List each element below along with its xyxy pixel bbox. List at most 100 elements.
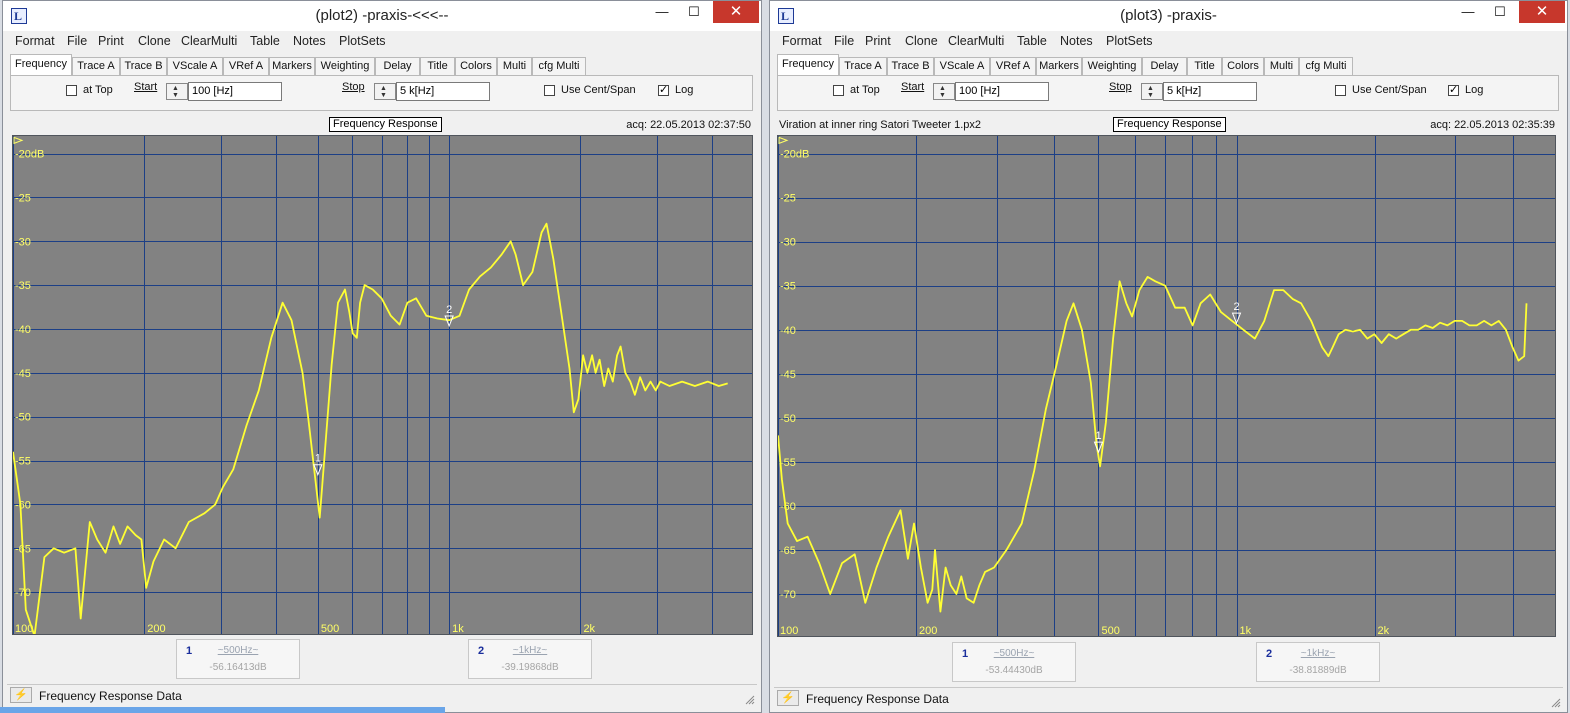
log-label: Log [675, 84, 694, 96]
tab-colors[interactable]: Colors [1222, 57, 1264, 75]
tab-title[interactable]: Title [420, 57, 455, 75]
log-checkbox[interactable]: ✓ [658, 85, 669, 96]
at-top-checkbox[interactable] [66, 85, 77, 96]
stop-input[interactable]: 5 k[Hz] [396, 82, 490, 101]
at-top-label: at Top [83, 84, 113, 96]
close-button[interactable]: ✕ [1519, 1, 1565, 23]
spin-down-icon[interactable]: ▼ [1147, 92, 1154, 99]
tab-delay[interactable]: Delay [1142, 57, 1187, 75]
tab-vscale-a[interactable]: VScale A [167, 57, 223, 75]
status-bar: ⚡ Frequency Response Data [774, 687, 1563, 710]
frequency-response-plot[interactable]: -20dB -25 -30 -35 -40 -45 -50 -55 -60 -65 -70 100 20… [777, 135, 1556, 637]
menu-item-clone[interactable]: Clone [138, 34, 171, 48]
marker-panel: 1 ~500Hz~ -56.16413dB 2 ~1kHz~ -39.19868dB [3, 633, 761, 681]
plot-title-box: Frequency Response [329, 117, 442, 132]
menu-item-notes[interactable]: Notes [293, 34, 326, 48]
resize-grip-icon[interactable] [745, 695, 755, 705]
resize-grip-icon[interactable] [1551, 698, 1561, 708]
marker-value: -39.19868dB [501, 662, 559, 673]
menu-bar: Format File Print Clone ClearMulti Table Notes… [770, 31, 1567, 51]
start-spinner[interactable]: ▲ ▼ [933, 83, 955, 100]
menu-item-print[interactable]: Print [865, 34, 891, 48]
marker-box-1[interactable]: 1 ~500Hz~ -56.16413dB [176, 639, 300, 679]
tab-frequency[interactable]: Frequency [10, 54, 72, 75]
tab-trace-b[interactable]: Trace B [120, 57, 167, 75]
menu-item-plotsets[interactable]: PlotSets [1106, 34, 1153, 48]
use-cent-span-checkbox[interactable] [1335, 85, 1346, 96]
at-top-checkbox[interactable] [833, 85, 844, 96]
start-input[interactable]: 100 [Hz] [188, 82, 282, 101]
menu-item-format[interactable]: Format [15, 34, 55, 48]
marker-frequency[interactable]: ~1kHz~ [469, 645, 591, 656]
marker-frequency[interactable]: ~500Hz~ [177, 645, 299, 656]
menu-item-file[interactable]: File [834, 34, 854, 48]
tab-multi[interactable]: Multi [497, 57, 532, 75]
menu-item-clearmulti[interactable]: ClearMulti [181, 34, 237, 48]
marker-value: -56.16413dB [209, 662, 267, 673]
start-spinner[interactable]: ▲ ▼ [166, 83, 188, 100]
tab-markers[interactable]: Markers [269, 57, 315, 75]
start-input[interactable]: 100 [Hz] [955, 82, 1049, 101]
tab-colors[interactable]: Colors [455, 57, 497, 75]
menu-item-table[interactable]: Table [250, 34, 280, 48]
maximize-button[interactable]: ☐ [1485, 1, 1515, 23]
menu-item-format[interactable]: Format [782, 34, 822, 48]
menu-item-notes[interactable]: Notes [1060, 34, 1093, 48]
spin-down-icon[interactable]: ▼ [939, 92, 946, 99]
spin-up-icon[interactable]: ▲ [939, 85, 946, 92]
tab-cfg-multi[interactable]: cfg Multi [1299, 57, 1353, 75]
tab-vref-a[interactable]: VRef A [223, 57, 269, 75]
tab-trace-a[interactable]: Trace A [839, 57, 887, 75]
tab-trace-b[interactable]: Trace B [887, 57, 934, 75]
stop-input[interactable]: 5 k[Hz] [1163, 82, 1257, 101]
stop-spinner[interactable]: ▲ ▼ [374, 83, 396, 100]
marker-1-label: 1 [315, 453, 321, 465]
spin-up-icon[interactable]: ▲ [380, 85, 387, 92]
spin-down-icon[interactable]: ▼ [172, 92, 179, 99]
marker-frequency[interactable]: ~1kHz~ [1257, 648, 1379, 659]
tab-vref-a[interactable]: VRef A [990, 57, 1036, 75]
close-button[interactable]: ✕ [713, 1, 759, 23]
menu-item-file[interactable]: File [67, 34, 87, 48]
spin-up-icon[interactable]: ▲ [172, 85, 179, 92]
start-label: Start [901, 81, 925, 93]
status-lightning-icon[interactable]: ⚡ [10, 687, 32, 703]
tab-weighting[interactable]: Weighting [315, 57, 375, 75]
tab-multi[interactable]: Multi [1264, 57, 1299, 75]
maximize-button[interactable]: ☐ [679, 1, 709, 23]
tab-title[interactable]: Title [1187, 57, 1222, 75]
tab-vscale-a[interactable]: VScale A [934, 57, 990, 75]
tab-trace-a[interactable]: Trace A [72, 57, 120, 75]
minimize-button[interactable]: — [1453, 1, 1483, 23]
marker-frequency[interactable]: ~500Hz~ [953, 648, 1075, 659]
status-lightning-icon[interactable]: ⚡ [777, 690, 799, 706]
title-bar[interactable]: L (plot3) -praxis- — ☐ ✕ [770, 1, 1567, 31]
minimize-button[interactable]: — [647, 1, 677, 23]
menu-item-clearmulti[interactable]: ClearMulti [948, 34, 1004, 48]
stop-spinner[interactable]: ▲ ▼ [1141, 83, 1163, 100]
use-cent-span-checkbox[interactable] [544, 85, 555, 96]
tab-markers[interactable]: Markers [1036, 57, 1082, 75]
spin-down-icon[interactable]: ▼ [380, 92, 387, 99]
start-label: Start [134, 81, 158, 93]
stop-label: Stop [1109, 81, 1132, 93]
tab-weighting[interactable]: Weighting [1082, 57, 1142, 75]
tab-delay[interactable]: Delay [375, 57, 420, 75]
status-text: Frequency Response Data [806, 692, 949, 706]
use-cent-span-label: Use Cent/Span [561, 84, 636, 96]
tab-cfg-multi[interactable]: cfg Multi [532, 57, 586, 75]
frequency-response-plot[interactable]: -20dB -25 -30 -35 -40 -45 -50 -55 -60 -65 -70 100 20… [12, 135, 753, 635]
y-tick-label: -30 [15, 236, 31, 248]
menu-item-clone[interactable]: Clone [905, 34, 938, 48]
tab-frequency[interactable]: Frequency [777, 54, 839, 75]
spin-up-icon[interactable]: ▲ [1147, 85, 1154, 92]
title-bar[interactable]: L (plot2) -praxis-<<<-- — ☐ ✕ [3, 1, 761, 31]
y-tick-label: -65 [780, 545, 796, 557]
log-checkbox[interactable]: ✓ [1448, 85, 1459, 96]
marker-box-1[interactable]: 1 ~500Hz~ -53.44430dB [952, 642, 1076, 682]
marker-box-2[interactable]: 2 ~1kHz~ -39.19868dB [468, 639, 592, 679]
menu-item-plotsets[interactable]: PlotSets [339, 34, 386, 48]
menu-item-table[interactable]: Table [1017, 34, 1047, 48]
menu-item-print[interactable]: Print [98, 34, 124, 48]
marker-box-2[interactable]: 2 ~1kHz~ -38.81889dB [1256, 642, 1380, 682]
